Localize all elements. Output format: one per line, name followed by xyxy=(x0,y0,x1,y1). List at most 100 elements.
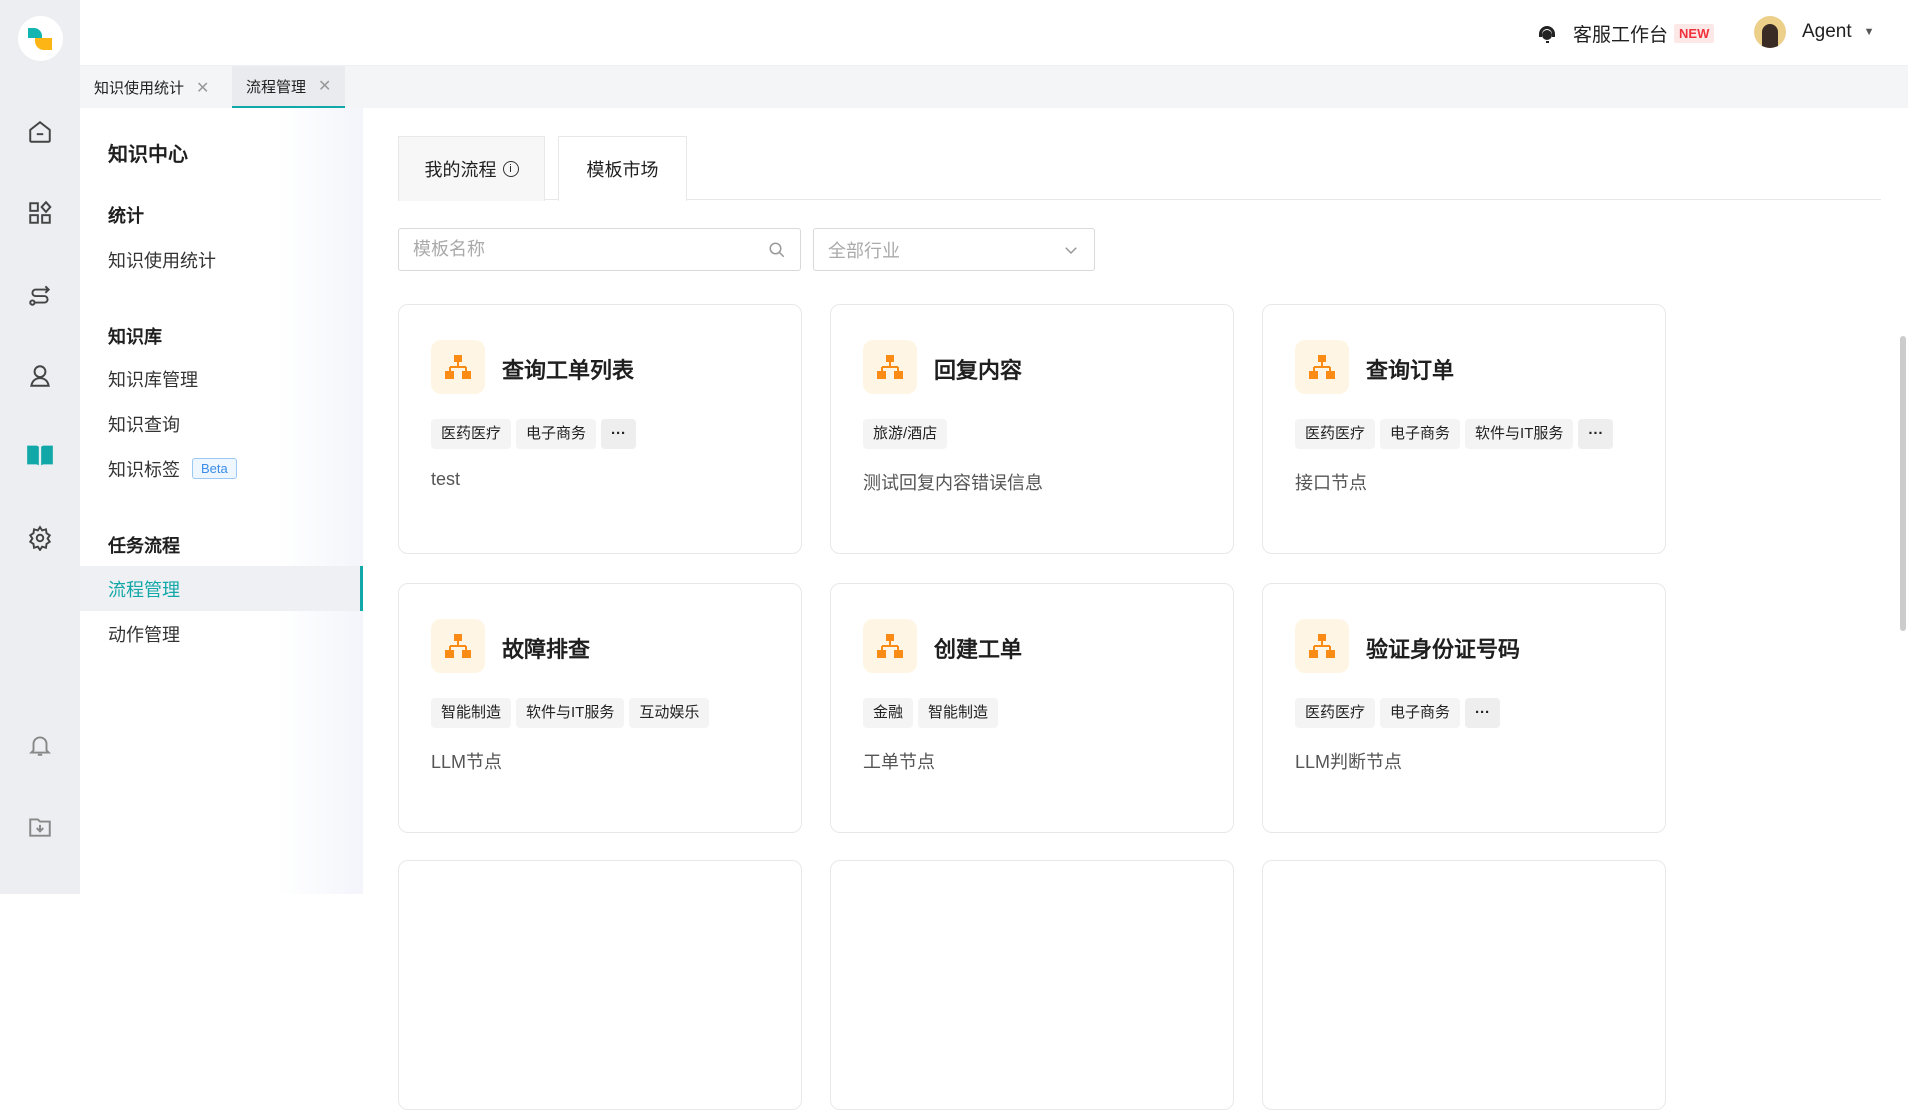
flow-template-icon xyxy=(431,340,485,394)
page-tab-stats[interactable]: 知识使用统计 ✕ xyxy=(80,66,223,109)
apps-icon[interactable] xyxy=(26,199,54,227)
industry-tag: 医药医疗 xyxy=(1295,698,1376,728)
info-icon[interactable]: i xyxy=(502,161,519,177)
template-card[interactable]: 查询订单 医药医疗 电子商务 软件与IT服务 ··· 接口节点 xyxy=(1262,304,1666,554)
beta-badge: Beta xyxy=(192,458,237,479)
nav-group: 知识库 xyxy=(108,327,162,347)
page-tab-flow[interactable]: 流程管理 ✕ xyxy=(232,66,346,109)
template-card[interactable]: 回复内容 旅游/酒店 测试回复内容错误信息 xyxy=(830,304,1234,554)
close-icon[interactable]: ✕ xyxy=(196,78,209,98)
chevron-down-icon xyxy=(1065,246,1077,254)
template-card[interactable]: 创建工单 金融 智能制造 工单节点 xyxy=(830,583,1234,833)
template-card[interactable]: 故障排查 智能制造 软件与IT服务 互动娱乐 LLM节点 xyxy=(398,583,802,833)
flow-icon[interactable] xyxy=(26,281,54,309)
workbench-label: 客服工作台 xyxy=(1573,25,1669,46)
nav-item-kb-tags[interactable]: 知识标签 Beta xyxy=(80,446,363,491)
tab-label: 知识使用统计 xyxy=(94,80,185,97)
flow-template-icon xyxy=(1295,340,1349,394)
industry-tag: 智能制造 xyxy=(918,698,999,728)
flow-template-icon xyxy=(863,340,917,394)
top-header: 客服工作台 NEW Agent ▼ xyxy=(80,0,1908,65)
tab-template-market[interactable]: 模板市场 xyxy=(558,136,687,201)
search-input[interactable] xyxy=(413,239,733,260)
settings-icon[interactable] xyxy=(26,524,54,552)
card-title: 故障排查 xyxy=(502,637,591,662)
industry-tag: 电子商务 xyxy=(1380,419,1461,449)
card-tags: 医药医疗 电子商务 软件与IT服务 ··· xyxy=(1295,419,1614,449)
industry-select[interactable]: 全部行业 xyxy=(813,228,1095,271)
industry-tag: 医药医疗 xyxy=(1295,419,1376,449)
card-description: test xyxy=(431,469,461,489)
new-badge: NEW xyxy=(1674,24,1715,43)
template-search[interactable] xyxy=(398,228,801,271)
card-title: 验证身份证号码 xyxy=(1366,637,1521,662)
knowledge-book-icon[interactable] xyxy=(26,441,54,469)
nav-item-kb-query[interactable]: 知识查询 xyxy=(80,401,363,446)
page-tabs: 知识使用统计 ✕ 流程管理 ✕ xyxy=(80,65,1908,109)
scrollbar[interactable] xyxy=(1900,336,1906,631)
nav-item-kb-manage[interactable]: 知识库管理 xyxy=(80,356,363,401)
user-menu[interactable]: Agent ▼ xyxy=(1754,16,1875,48)
nav-item-usage-stats[interactable]: 知识使用统计 xyxy=(80,237,363,282)
knowledge-nav: 知识中心 统计 知识使用统计 知识库 知识库管理 知识查询 知识标签 Beta 任… xyxy=(80,108,363,894)
nav-title: 知识中心 xyxy=(108,144,188,166)
card-title: 创建工单 xyxy=(934,637,1023,662)
caret-down-icon: ▼ xyxy=(1863,26,1875,38)
content-tabs: 我的流程 i 模板市场 xyxy=(398,136,1881,201)
main-content: 我的流程i 模板市场 全部行业 查询工单列表 医药医疗电子商务··· test … xyxy=(363,108,1908,1110)
card-description: LLM节点 xyxy=(431,752,503,772)
card-title: 回复内容 xyxy=(934,358,1023,383)
close-icon[interactable]: ✕ xyxy=(318,76,331,96)
flow-template-icon xyxy=(863,619,917,673)
card-description: 接口节点 xyxy=(1295,473,1367,493)
card-tags: 医药医疗 电子商务 ··· xyxy=(431,419,637,449)
user-name: Agent xyxy=(1802,21,1852,42)
card-tags: 医药医疗 电子商务 ··· xyxy=(1295,698,1501,728)
card-description: LLM判断节点 xyxy=(1295,752,1403,772)
nav-group: 任务流程 xyxy=(108,536,180,556)
flow-template-icon xyxy=(431,619,485,673)
template-card[interactable] xyxy=(1262,860,1666,1110)
template-card[interactable] xyxy=(398,860,802,1110)
nav-item-action-manage[interactable]: 动作管理 xyxy=(80,611,363,656)
home-icon[interactable] xyxy=(26,118,54,146)
industry-tag: 软件与IT服务 xyxy=(1465,419,1574,449)
flow-template-icon xyxy=(1295,619,1349,673)
industry-tag: 旅游/酒店 xyxy=(863,419,948,449)
headset-icon xyxy=(1539,25,1555,43)
app-logo[interactable] xyxy=(18,16,63,61)
card-title: 查询工单列表 xyxy=(502,358,635,383)
industry-select-value: 全部行业 xyxy=(828,240,900,261)
tab-label: 流程管理 xyxy=(246,78,307,96)
more-tags-icon[interactable]: ··· xyxy=(1465,698,1501,728)
template-card[interactable]: 验证身份证号码 医药医疗 电子商务 ··· LLM判断节点 xyxy=(1262,583,1666,833)
card-tags: 金融 智能制造 xyxy=(863,698,999,728)
more-tags-icon[interactable]: ··· xyxy=(1578,419,1614,449)
download-folder-icon[interactable] xyxy=(26,813,54,841)
industry-tag: 智能制造 xyxy=(431,698,512,728)
template-card[interactable]: 查询工单列表 医药医疗 电子商务 ··· test xyxy=(398,304,802,554)
agent-icon[interactable] xyxy=(26,362,54,390)
industry-tag: 软件与IT服务 xyxy=(516,698,625,728)
tab-my-flows[interactable]: 我的流程 i xyxy=(398,136,545,201)
industry-tag: 电子商务 xyxy=(1380,698,1461,728)
card-title: 查询订单 xyxy=(1366,358,1455,383)
notification-bell-icon[interactable] xyxy=(26,731,54,759)
industry-tag: 金融 xyxy=(863,698,914,728)
nav-group: 统计 xyxy=(108,206,144,226)
search-icon[interactable] xyxy=(768,241,786,259)
industry-tag: 互动娱乐 xyxy=(629,698,710,728)
industry-tag: 医药医疗 xyxy=(431,419,512,449)
more-tags-icon[interactable]: ··· xyxy=(601,419,637,449)
icon-rail xyxy=(0,0,80,894)
avatar xyxy=(1754,16,1786,48)
card-description: 工单节点 xyxy=(863,752,935,772)
workbench-button[interactable]: 客服工作台 NEW xyxy=(1535,20,1715,47)
card-description: 测试回复内容错误信息 xyxy=(863,473,1043,493)
nav-item-flow-manage[interactable]: 流程管理 xyxy=(80,566,363,611)
industry-tag: 电子商务 xyxy=(516,419,597,449)
card-tags: 智能制造 软件与IT服务 互动娱乐 xyxy=(431,698,710,728)
card-tags: 旅游/酒店 xyxy=(863,419,948,449)
nav-item-label: 知识标签 xyxy=(108,459,180,480)
template-card[interactable] xyxy=(830,860,1234,1110)
